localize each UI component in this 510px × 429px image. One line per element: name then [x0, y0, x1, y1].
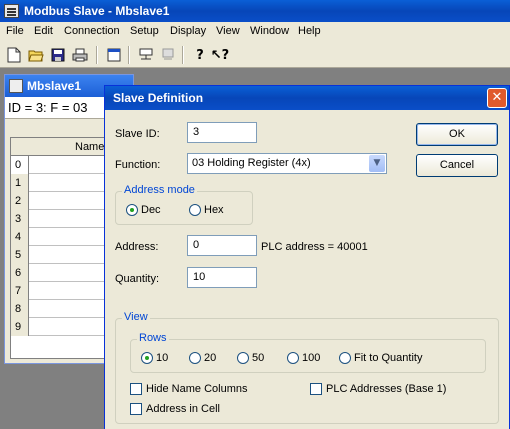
radio-icon — [339, 352, 351, 364]
row-number: 7 — [11, 282, 29, 300]
quantity-label: Quantity: — [115, 273, 160, 285]
hex-radio[interactable]: Hex — [189, 204, 224, 216]
context-help-icon[interactable]: ↖? — [210, 45, 230, 65]
print-icon[interactable] — [70, 45, 90, 65]
child-title: Mbslave1 — [27, 79, 82, 93]
checkbox-icon — [130, 383, 142, 395]
view-legend: View — [122, 311, 150, 323]
radio-icon — [287, 352, 299, 364]
checkbox-icon — [310, 383, 322, 395]
document-icon — [9, 79, 23, 93]
rows-20-label: 20 — [204, 352, 217, 364]
view-group: View Rows 10 20 50 100 Fit to Quantity H… — [115, 311, 499, 424]
menu-setup[interactable]: Setup — [130, 25, 159, 37]
open-folder-icon[interactable] — [26, 45, 46, 65]
rows-10-radio[interactable]: 10 — [141, 352, 168, 364]
menu-display[interactable]: Display — [170, 25, 206, 37]
row-number: 4 — [11, 228, 29, 246]
slave-id-field[interactable]: 3 — [187, 122, 257, 143]
quantity-field[interactable]: 10 — [187, 267, 257, 288]
cancel-button[interactable]: Cancel — [416, 154, 498, 177]
address-label: Address: — [115, 241, 159, 253]
rows-fit-radio[interactable]: Fit to Quantity — [339, 352, 422, 364]
radio-selected-icon — [126, 204, 138, 216]
slave-id-label: Slave ID: — [115, 128, 160, 140]
plc-addresses-checkbox[interactable]: PLC Addresses (Base 1) — [310, 383, 446, 395]
dec-radio[interactable]: Dec — [126, 204, 161, 216]
app-title-bar[interactable]: Modbus Slave - Mbslave1 — [0, 0, 510, 22]
hide-name-columns-checkbox[interactable]: Hide Name Columns — [130, 383, 247, 395]
connect-icon[interactable] — [136, 45, 156, 65]
function-label: Function: — [115, 159, 161, 171]
radio-icon — [237, 352, 249, 364]
menu-edit[interactable]: Edit — [34, 25, 53, 37]
hide-name-columns-label: Hide Name Columns — [146, 383, 248, 395]
rows-group: Rows 10 20 50 100 Fit to Quantity — [130, 332, 486, 373]
address-mode-legend: Address mode — [122, 184, 197, 196]
radio-icon — [189, 352, 201, 364]
chevron-down-icon[interactable]: ▼ — [369, 155, 385, 172]
menu-window[interactable]: Window — [250, 25, 289, 37]
row-number: 9 — [11, 318, 29, 336]
function-select[interactable]: 03 Holding Register (4x) ▼ — [187, 153, 387, 174]
app-title: Modbus Slave - Mbslave1 — [24, 4, 170, 18]
disconnect-icon[interactable] — [158, 45, 178, 65]
rows-10-label: 10 — [156, 352, 169, 364]
slave-definition-dialog: Slave Definition ✕ Slave ID: 3 Function:… — [104, 85, 510, 429]
row-number: 6 — [11, 264, 29, 282]
address-in-cell-checkbox[interactable]: Address in Cell — [130, 403, 220, 415]
plc-addresses-label: PLC Addresses (Base 1) — [326, 383, 447, 395]
function-selected-value: 03 Holding Register (4x) — [192, 157, 311, 169]
row-number: 0 — [11, 156, 29, 174]
rows-100-radio[interactable]: 100 — [287, 352, 320, 364]
hex-label: Hex — [204, 204, 224, 216]
toolbar-separator — [182, 46, 184, 64]
close-icon[interactable]: ✕ — [487, 88, 507, 108]
rows-fit-label: Fit to Quantity — [354, 352, 423, 364]
help-icon[interactable]: ? — [190, 45, 210, 65]
address-mode-group: Address mode Dec Hex — [115, 184, 253, 225]
row-number: 1 — [11, 174, 29, 192]
name-column-header[interactable]: Name — [75, 141, 104, 153]
dialog-title: Slave Definition — [113, 91, 204, 105]
dec-label: Dec — [141, 204, 161, 216]
row-number: 3 — [11, 210, 29, 228]
row-number: 2 — [11, 192, 29, 210]
toolbar-separator — [96, 46, 98, 64]
rows-50-radio[interactable]: 50 — [237, 352, 264, 364]
menu-help[interactable]: Help — [298, 25, 321, 37]
menu-view[interactable]: View — [216, 25, 240, 37]
checkbox-icon — [130, 403, 142, 415]
address-in-cell-label: Address in Cell — [146, 403, 220, 415]
save-icon[interactable] — [48, 45, 68, 65]
toolbar: ? ↖? — [0, 42, 510, 68]
ok-button[interactable]: OK — [416, 123, 498, 146]
window-icon[interactable] — [104, 45, 124, 65]
new-file-icon[interactable] — [4, 45, 24, 65]
rows-100-label: 100 — [302, 352, 321, 364]
menu-connection[interactable]: Connection — [64, 25, 120, 37]
row-number: 8 — [11, 300, 29, 318]
dialog-title-bar[interactable]: Slave Definition ✕ — [105, 86, 509, 110]
rows-legend: Rows — [137, 332, 169, 344]
menu-bar: File Edit Connection Setup Display View … — [0, 22, 510, 42]
plc-address-text: PLC address = 40001 — [261, 241, 368, 253]
radio-icon — [189, 204, 201, 216]
address-field[interactable]: 0 — [187, 235, 257, 256]
menu-file[interactable]: File — [6, 25, 24, 37]
row-number: 5 — [11, 246, 29, 264]
rows-50-label: 50 — [252, 352, 265, 364]
radio-selected-icon — [141, 352, 153, 364]
app-icon — [4, 4, 19, 18]
rows-20-radio[interactable]: 20 — [189, 352, 216, 364]
toolbar-separator — [128, 46, 130, 64]
